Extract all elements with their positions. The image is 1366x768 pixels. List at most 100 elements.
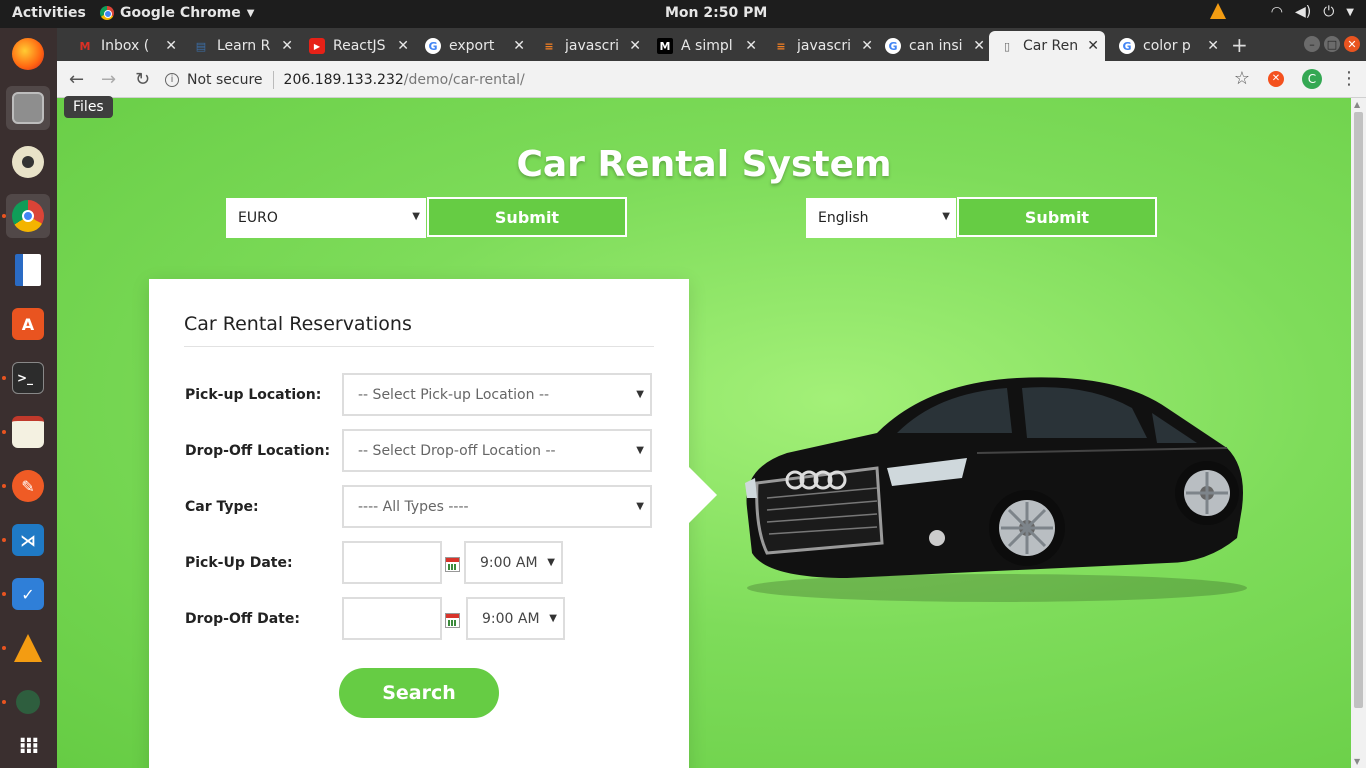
google-icon: G	[885, 38, 901, 54]
address-bar[interactable]: i Not secure 206.189.133.232/demo/car-re…	[165, 65, 1251, 94]
scrollbar-thumb[interactable]	[1354, 112, 1363, 708]
chevron-down-icon: ▼	[636, 445, 644, 456]
dropoff-location-select[interactable]: -- Select Drop-off Location -- ▼	[342, 429, 652, 472]
browser-window: M Inbox ( ✕ ▤ Learn R ✕ ▶ ReactJS ✕ G ex…	[57, 28, 1366, 768]
terminal-icon: >_	[12, 362, 44, 394]
dock-software[interactable]: A	[6, 302, 50, 346]
app-menu[interactable]: Google Chrome ▼	[100, 5, 254, 21]
maximize-button[interactable]: □	[1324, 36, 1340, 52]
dock-text-editor[interactable]	[2, 410, 50, 454]
chevron-down-icon[interactable]: ▼	[1346, 7, 1354, 18]
pickup-time-select[interactable]: 9:00 AM ▼	[464, 541, 563, 584]
dropoff-location-value: -- Select Drop-off Location --	[358, 442, 556, 459]
close-icon[interactable]: ✕	[861, 38, 873, 54]
language-select[interactable]: English ▼	[806, 198, 956, 238]
back-button[interactable]: ←	[69, 69, 84, 90]
power-icon[interactable]: ⏻	[1323, 4, 1334, 20]
clock[interactable]: Mon 2:50 PM	[665, 5, 767, 21]
chrome-icon	[12, 200, 44, 232]
tab-reactjs[interactable]: ▶ ReactJS ✕	[299, 31, 415, 61]
reload-button[interactable]: ↻	[135, 69, 150, 90]
tab-car-rental[interactable]: ▯ Car Ren ✕	[989, 31, 1105, 61]
running-indicator	[2, 484, 6, 488]
pickup-date-input[interactable]	[342, 541, 442, 584]
dock-tasks[interactable]: ✓	[2, 572, 50, 616]
calendar-icon[interactable]	[445, 613, 460, 628]
dock-vscode[interactable]: ⋊	[2, 518, 50, 562]
close-icon[interactable]: ✕	[1087, 38, 1099, 54]
chevron-down-icon: ▼	[636, 501, 644, 512]
close-icon[interactable]: ✕	[629, 38, 641, 54]
forward-button[interactable]: →	[101, 69, 116, 90]
tab-javascript-1[interactable]: ≡ javascri ✕	[531, 31, 647, 61]
close-icon[interactable]: ✕	[1207, 38, 1219, 54]
dock-postman[interactable]: ✎	[2, 464, 50, 508]
tab-javascript-2[interactable]: ≡ javascri ✕	[763, 31, 879, 61]
close-icon[interactable]: ✕	[745, 38, 757, 54]
dock-eclipse[interactable]	[2, 680, 50, 724]
stackoverflow-icon: ≡	[544, 39, 554, 53]
tab-learn[interactable]: ▤ Learn R ✕	[183, 31, 299, 61]
toolbar-actions: ☆ ✕ C ⋮	[1234, 68, 1358, 89]
close-window-button[interactable]: ✕	[1344, 36, 1360, 52]
dropoff-date-input[interactable]	[342, 597, 442, 640]
scroll-down-icon[interactable]: ▼	[1354, 757, 1360, 766]
system-tray[interactable]: ◠ ◀) ⏻ ▼	[1210, 3, 1354, 20]
search-button[interactable]: Search	[339, 668, 499, 718]
dock-writer[interactable]	[6, 248, 50, 292]
dock-rhythmbox[interactable]	[6, 140, 50, 184]
kebab-menu-icon[interactable]: ⋮	[1340, 68, 1358, 89]
dock-firefox[interactable]	[6, 32, 50, 76]
tab-color-picker[interactable]: G color p ✕	[1109, 31, 1225, 61]
new-tab-button[interactable]: +	[1231, 33, 1248, 57]
currency-select[interactable]: EURO ▼	[226, 198, 426, 238]
activities-button[interactable]: Activities	[12, 5, 86, 21]
dock-show-apps[interactable]: ⁝⁝⁝	[6, 724, 50, 768]
system-top-bar: Activities Google Chrome ▼ Mon 2:50 PM ◠…	[0, 0, 1366, 28]
close-icon[interactable]: ✕	[973, 38, 985, 54]
language-submit-button[interactable]: Submit	[957, 197, 1157, 237]
info-icon[interactable]: i	[165, 72, 179, 87]
close-icon[interactable]: ✕	[165, 38, 177, 54]
eclipse-icon	[16, 690, 40, 714]
browser-toolbar: ← → ↻ i Not secure 206.189.133.232/demo/…	[57, 61, 1366, 98]
calendar-icon[interactable]	[445, 557, 460, 572]
tab-inbox[interactable]: M Inbox ( ✕	[67, 31, 183, 61]
chevron-down-icon: ▼	[942, 211, 950, 222]
writer-icon	[15, 254, 41, 286]
bookmark-star-icon[interactable]: ☆	[1234, 68, 1250, 89]
page-scrollbar[interactable]: ▲ ▼	[1351, 98, 1366, 768]
gmail-icon: M	[79, 39, 91, 53]
wifi-icon[interactable]: ◠	[1271, 4, 1283, 20]
scroll-up-icon[interactable]: ▲	[1354, 100, 1360, 109]
vlc-tray-icon[interactable]	[1210, 3, 1226, 19]
running-indicator	[2, 430, 6, 434]
tab-export[interactable]: G export ✕	[415, 31, 531, 61]
medium-icon: M	[657, 38, 673, 54]
close-icon[interactable]: ✕	[397, 38, 409, 54]
dock-vlc[interactable]	[2, 626, 50, 670]
close-icon[interactable]: ✕	[513, 38, 525, 54]
dock-chrome[interactable]	[2, 194, 50, 238]
car-type-value: ---- All Types ----	[358, 498, 469, 515]
currency-submit-button[interactable]: Submit	[427, 197, 627, 237]
profile-avatar[interactable]: C	[1302, 68, 1322, 89]
google-icon: G	[1119, 38, 1135, 54]
close-icon[interactable]: ✕	[281, 38, 293, 54]
extension-icon[interactable]: ✕	[1268, 70, 1284, 87]
software-icon: A	[12, 308, 44, 340]
car-image	[745, 377, 1247, 602]
dropoff-location-label: Drop-Off Location:	[185, 443, 331, 459]
pickup-time-value: 9:00 AM	[480, 554, 538, 571]
tab-can-insert[interactable]: G can insi ✕	[875, 31, 991, 61]
pickup-location-select[interactable]: -- Select Pick-up Location -- ▼	[342, 373, 652, 416]
running-indicator	[2, 592, 6, 596]
dock-files[interactable]	[6, 86, 50, 130]
dock-terminal[interactable]: >_	[2, 356, 50, 400]
tab-simple[interactable]: M A simpl ✕	[647, 31, 763, 61]
volume-icon[interactable]: ◀)	[1295, 4, 1311, 20]
pickup-location-label: Pick-up Location:	[185, 387, 322, 403]
minimize-button[interactable]: –	[1304, 36, 1320, 52]
car-type-select[interactable]: ---- All Types ---- ▼	[342, 485, 652, 528]
dropoff-time-select[interactable]: 9:00 AM ▼	[466, 597, 565, 640]
